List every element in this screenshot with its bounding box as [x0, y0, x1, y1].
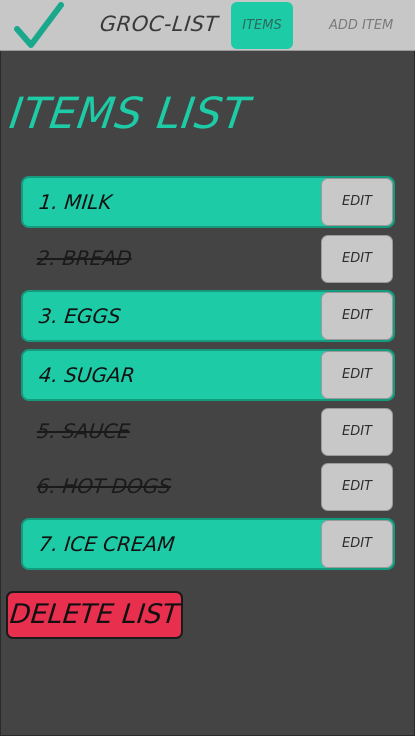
top-nav: GROC-LIST ITEMS ADD ITEM: [0, 0, 415, 51]
tab-add-item[interactable]: ADD ITEM: [329, 2, 393, 49]
page-title: ITEMS LIST: [6, 89, 253, 139]
item-label: 4. SUGAR: [37, 363, 137, 387]
item-label: 3. EGGS: [37, 304, 123, 328]
list-item[interactable]: 5. SAUCE EDIT: [21, 407, 395, 459]
item-label: 1. MILK: [37, 190, 114, 214]
delete-list-label: DELETE LIST: [8, 599, 181, 630]
delete-list-button[interactable]: DELETE LIST: [6, 591, 183, 639]
list-item[interactable]: 2. BREAD EDIT: [21, 234, 395, 286]
edit-button[interactable]: EDIT: [321, 292, 393, 340]
app-title[interactable]: GROC-LIST: [99, 12, 220, 36]
edit-button[interactable]: EDIT: [321, 408, 393, 456]
item-label: 2. BREAD: [35, 246, 134, 270]
edit-button[interactable]: EDIT: [321, 520, 393, 568]
list-item[interactable]: 3. EGGS EDIT: [21, 290, 395, 342]
list-item[interactable]: 7. ICE CREAM EDIT: [21, 518, 395, 570]
item-label: 6. HOT DOGS: [35, 474, 173, 498]
item-label: 7. ICE CREAM: [37, 532, 176, 556]
tab-items[interactable]: ITEMS: [231, 2, 293, 49]
list-item[interactable]: 4. SUGAR EDIT: [21, 349, 395, 401]
item-label: 5. SAUCE: [35, 419, 132, 443]
edit-button[interactable]: EDIT: [321, 235, 393, 283]
edit-button[interactable]: EDIT: [321, 463, 393, 511]
list-item[interactable]: 1. MILK EDIT: [21, 176, 395, 228]
edit-button[interactable]: EDIT: [321, 351, 393, 399]
checkmark-icon[interactable]: [14, 2, 64, 50]
edit-button[interactable]: EDIT: [321, 178, 393, 226]
list-item[interactable]: 6. HOT DOGS EDIT: [21, 462, 395, 514]
